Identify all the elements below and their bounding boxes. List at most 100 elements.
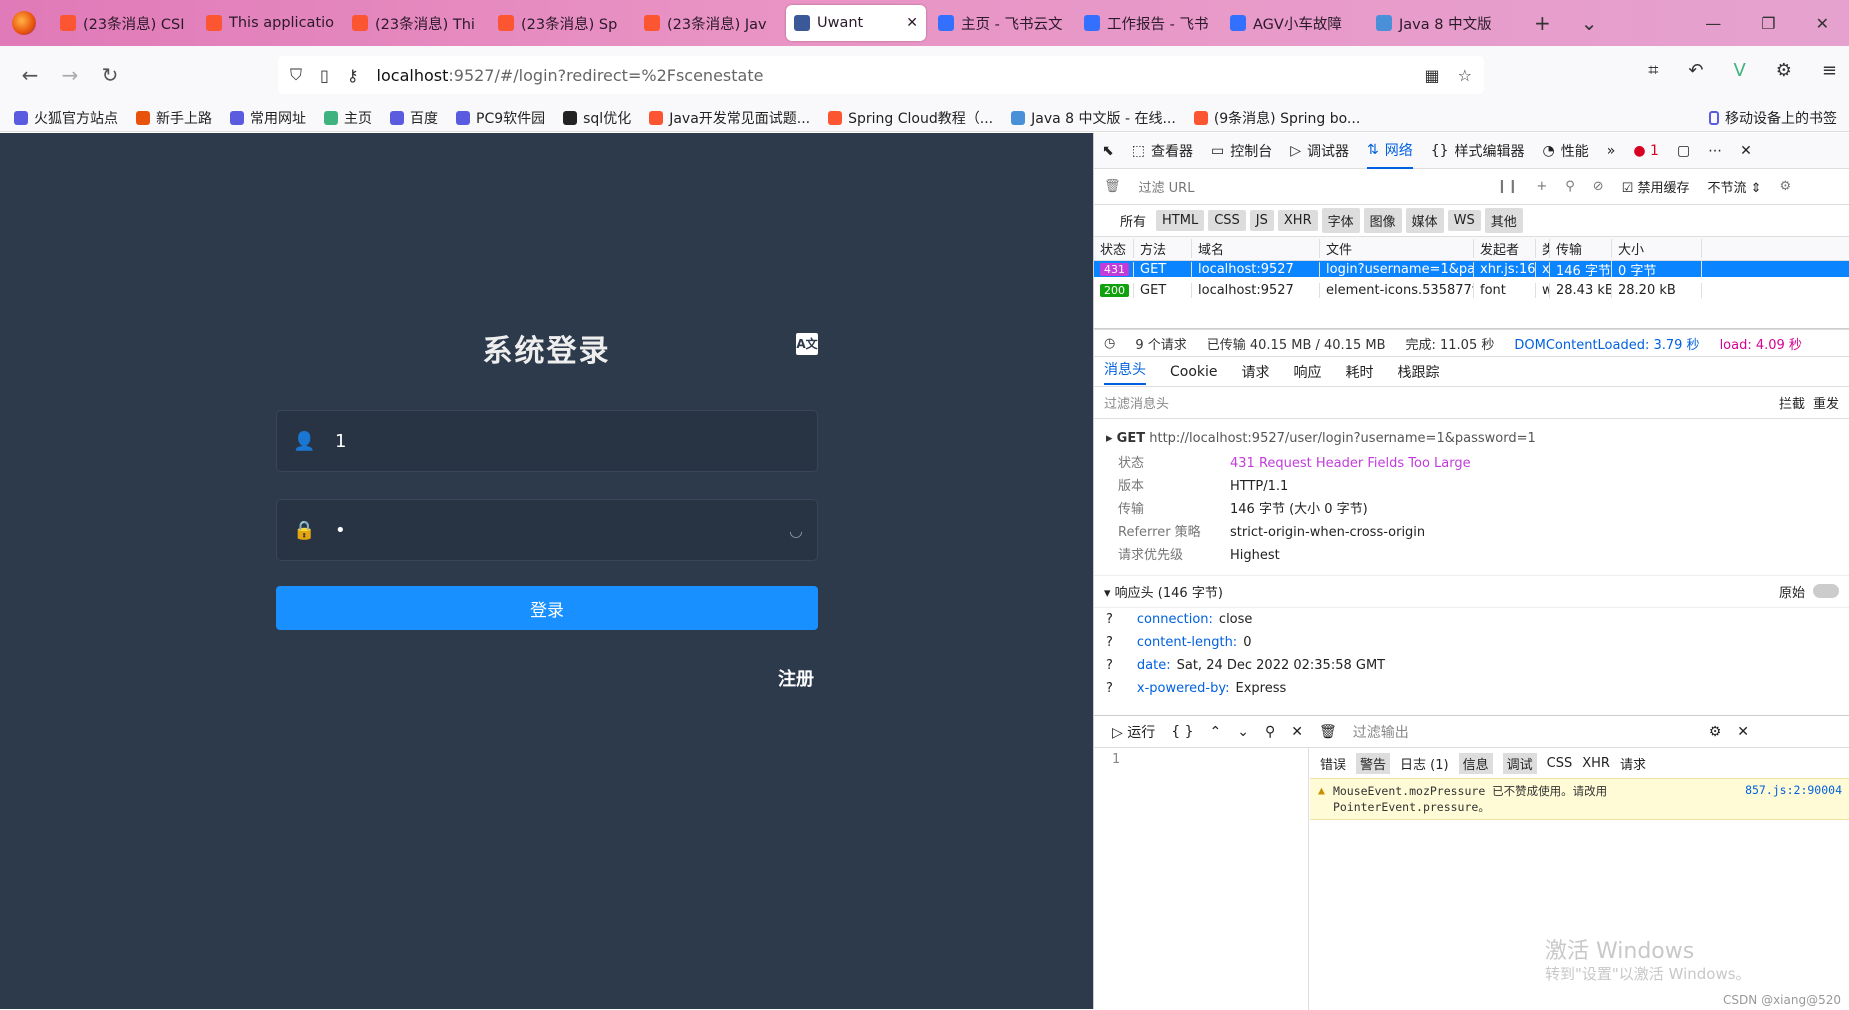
disable-cache-checkbox[interactable]: ☑ 禁用缓存 <box>1622 177 1690 196</box>
bookmark-item[interactable]: 火狐官方站点 <box>14 108 118 128</box>
pause-icon[interactable]: ❙❙ <box>1497 179 1519 194</box>
detail-tab[interactable]: Cookie <box>1170 364 1218 380</box>
help-icon[interactable]: ? <box>1106 610 1113 629</box>
mobile-bookmarks[interactable]: 移动设备上的书签 <box>1709 108 1837 128</box>
run-button[interactable]: ▷ 运行 <box>1112 722 1155 742</box>
register-link[interactable]: 注册 <box>778 665 814 691</box>
bookmark-item[interactable]: PC9软件园 <box>456 108 545 128</box>
browser-tab[interactable]: (23条消息) Thi <box>344 5 490 41</box>
close-window-icon[interactable]: ✕ <box>1816 14 1829 33</box>
detail-tab[interactable]: 栈跟踪 <box>1398 362 1440 382</box>
tab-list-chevron-icon[interactable]: ⌄ <box>1581 11 1598 35</box>
filter-url-input[interactable]: 过滤 URL <box>1139 177 1479 196</box>
close-console-icon[interactable]: ✕ <box>1737 724 1749 740</box>
reload-icon[interactable]: ↻ <box>90 63 130 87</box>
overflow-menu-icon[interactable]: ⋯ <box>1708 143 1722 159</box>
new-tab-icon[interactable]: + <box>1534 11 1551 35</box>
clear-editor-icon[interactable]: ✕ <box>1291 724 1303 740</box>
table-row[interactable]: 431 GET localhost:9527 login?username=1&pas… <box>1094 261 1849 277</box>
console-filter-button[interactable]: 警告 <box>1356 752 1391 774</box>
console-filter-button[interactable]: 日志 (1) <box>1400 754 1449 773</box>
devtools-tab[interactable]: ⇅ 网络 <box>1366 133 1413 169</box>
type-filter-button[interactable]: WS <box>1447 210 1481 231</box>
qr-code-icon[interactable]: ▦ <box>1425 66 1440 85</box>
type-filter-button[interactable]: 其他 <box>1484 208 1523 233</box>
bookmark-item[interactable]: 主页 <box>324 108 372 128</box>
bookmark-item[interactable]: Spring Cloud教程（... <box>828 108 993 128</box>
bookmark-item[interactable]: 百度 <box>390 108 438 128</box>
console-filter-button[interactable]: 调试 <box>1502 752 1537 774</box>
type-filter-button[interactable]: HTML <box>1156 210 1205 231</box>
console-filter-button[interactable]: CSS <box>1547 756 1573 771</box>
settings-icon[interactable]: ⚙ <box>1780 179 1792 194</box>
bookmark-item[interactable]: 新手上路 <box>136 108 212 128</box>
username-field[interactable]: 👤 1 <box>276 410 818 472</box>
forward-icon[interactable]: → <box>50 63 90 87</box>
type-filter-button[interactable]: 字体 <box>1321 208 1360 233</box>
console-settings-icon[interactable]: ⚙ <box>1709 724 1722 740</box>
extension-icon[interactable]: ⚙ <box>1776 60 1792 81</box>
back-icon[interactable]: ← <box>10 63 50 87</box>
console-filter-button[interactable]: 信息 <box>1458 752 1493 774</box>
bookmark-item[interactable]: Java 8 中文版 - 在线... <box>1011 108 1176 128</box>
block-button[interactable]: 拦截 <box>1779 393 1805 412</box>
column-header[interactable]: 文件 <box>1320 239 1474 258</box>
bookmark-star-icon[interactable]: ☆ <box>1458 66 1472 85</box>
address-bar[interactable]: ⛉ ▯ ⚷ localhost:9527/#/login?redirect=%2… <box>278 56 1484 94</box>
resend-button[interactable]: 重发 <box>1813 393 1839 412</box>
detail-tab[interactable]: 请求 <box>1242 362 1270 382</box>
devtools-tab[interactable]: ▷ 调试器 <box>1290 133 1349 169</box>
undo-icon[interactable]: ↶ <box>1688 60 1703 81</box>
column-header[interactable]: 传输 <box>1550 239 1612 258</box>
console-trash-icon[interactable]: 🗑 <box>1319 724 1337 740</box>
vue-devtools-icon[interactable]: V <box>1733 60 1745 81</box>
column-header[interactable]: 域名 <box>1192 239 1320 258</box>
close-devtools-icon[interactable]: ✕ <box>1740 143 1752 159</box>
browser-tab[interactable]: This applicatio <box>198 5 344 41</box>
browser-tab[interactable]: (23条消息) Sp <box>490 5 636 41</box>
console-message-source[interactable]: 857.js:2:90004 <box>1745 783 1842 815</box>
column-header[interactable]: 方法 <box>1134 239 1192 258</box>
console-filter-button[interactable]: XHR <box>1582 756 1610 771</box>
login-button[interactable]: 登录 <box>276 586 818 630</box>
browser-tab[interactable]: (23条消息) Jav <box>636 5 782 41</box>
devtools-tab[interactable]: ▭ 控制台 <box>1211 133 1272 169</box>
devtools-tab[interactable]: {} 样式编辑器 <box>1431 133 1525 169</box>
tab-close-icon[interactable]: ✕ <box>906 15 918 31</box>
bookmark-item[interactable]: sql优化 <box>563 108 631 128</box>
type-filter-button[interactable]: 媒体 <box>1405 208 1444 233</box>
minimize-icon[interactable]: — <box>1705 14 1721 33</box>
pick-element-icon[interactable]: ⬉ <box>1102 143 1114 159</box>
restore-icon[interactable]: ❐ <box>1761 14 1775 33</box>
table-row[interactable]: 200 GET localhost:9527 element-icons.535877… <box>1094 277 1849 303</box>
type-filter-button[interactable]: JS <box>1249 210 1274 231</box>
shield-icon[interactable]: ⛉ <box>290 65 302 85</box>
detail-tab[interactable]: 响应 <box>1294 362 1322 382</box>
detail-tab[interactable]: 消息头 <box>1104 359 1146 385</box>
more-tools-icon[interactable]: » <box>1607 143 1616 159</box>
type-filter-button[interactable]: XHR <box>1277 210 1318 231</box>
type-filter-button[interactable]: 所有 <box>1114 208 1152 233</box>
column-header[interactable]: 类 <box>1536 239 1550 258</box>
bookmark-item[interactable]: (9条消息) Spring bo... <box>1193 108 1360 128</box>
console-editor[interactable]: 1 <box>1094 748 1309 1010</box>
help-icon[interactable]: ? <box>1106 633 1113 652</box>
add-icon[interactable]: + <box>1536 179 1547 194</box>
detail-tab[interactable]: 耗时 <box>1346 362 1374 382</box>
browser-tab[interactable]: AGV小车故障 <box>1222 5 1368 41</box>
type-filter-button[interactable]: 图像 <box>1363 208 1402 233</box>
error-badge[interactable]: ● 1 <box>1633 143 1659 159</box>
filter-headers-input[interactable]: 过滤消息头 <box>1104 393 1169 412</box>
trash-icon[interactable]: 🗑 <box>1104 179 1121 194</box>
zoom-icon[interactable]: ⚲ <box>1265 724 1275 740</box>
pretty-print-icon[interactable]: { } <box>1171 724 1193 740</box>
password-value[interactable]: • <box>335 520 346 541</box>
type-filter-button[interactable]: CSS <box>1208 210 1246 231</box>
screenshot-icon[interactable]: ⌗ <box>1648 60 1658 81</box>
devtools-tab[interactable]: ◔ 性能 <box>1543 133 1589 169</box>
block-icon[interactable]: ⊘ <box>1593 179 1604 194</box>
password-field[interactable]: 🔒 • ◡ <box>276 499 818 561</box>
column-header[interactable]: 大小 <box>1612 239 1702 258</box>
console-filter-button[interactable]: 请求 <box>1620 754 1646 773</box>
menu-icon[interactable]: ≡ <box>1822 60 1837 81</box>
